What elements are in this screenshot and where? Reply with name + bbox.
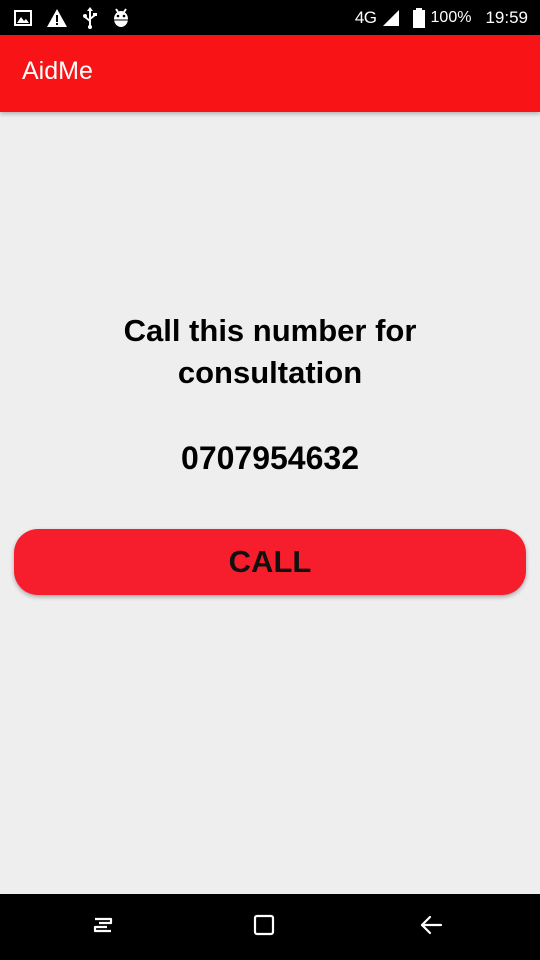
- warning-icon: [46, 8, 68, 28]
- main-content: Call this number for consultation 070795…: [0, 112, 540, 894]
- home-icon: [253, 914, 275, 941]
- consultation-heading: Call this number for consultation: [123, 313, 417, 390]
- home-button[interactable]: [249, 912, 279, 942]
- status-icons-right: 4G 100% 19:59: [355, 0, 528, 35]
- battery-icon: [412, 7, 425, 28]
- phone-number: 0707954632: [181, 440, 359, 476]
- android-debug-icon: [112, 8, 130, 28]
- image-icon: [14, 10, 32, 26]
- app-title: AidMe: [22, 57, 93, 85]
- status-bar: 4G 100% 19:59: [0, 0, 540, 35]
- battery-level: 100%: [430, 8, 472, 26]
- back-icon: [419, 914, 443, 941]
- status-icons-left: [14, 6, 130, 30]
- network-type: 4G: [354, 7, 377, 27]
- app-bar: AidMe: [0, 35, 540, 112]
- usb-icon: [82, 7, 98, 29]
- call-button-label: CALL: [228, 544, 312, 579]
- recents-icon: [91, 914, 115, 941]
- clock: 19:59: [485, 7, 528, 27]
- back-button[interactable]: [416, 912, 446, 942]
- navigation-bar: [0, 894, 540, 960]
- signal-icon: [382, 9, 399, 26]
- call-button[interactable]: CALL: [14, 529, 526, 595]
- recents-button[interactable]: [88, 912, 118, 942]
